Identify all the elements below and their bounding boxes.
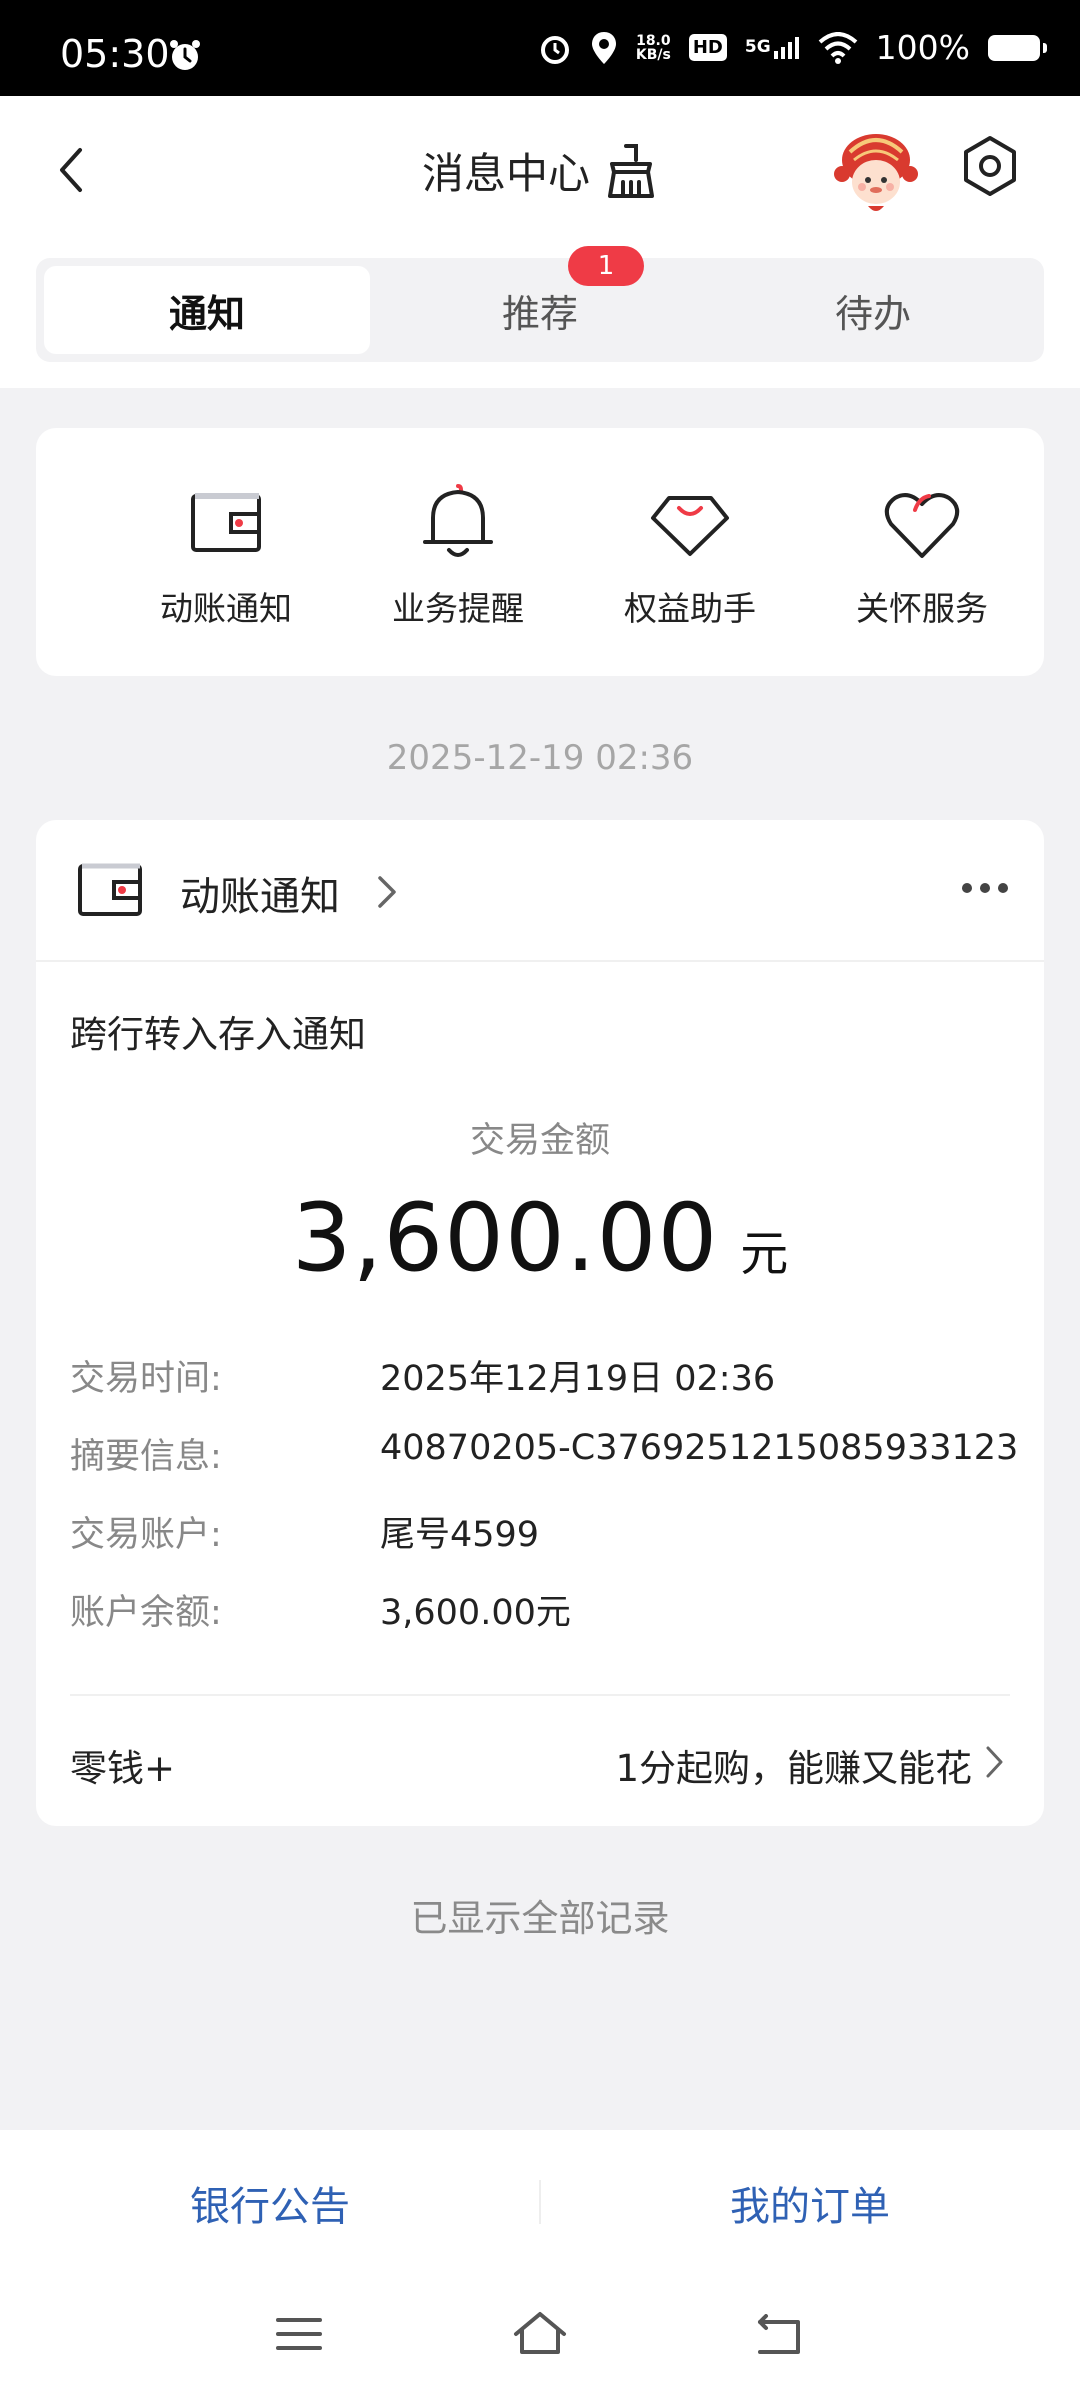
battery-percent: 100%: [875, 28, 970, 67]
alarm-clock-icon: [170, 40, 200, 70]
promo-label[interactable]: 零钱+: [70, 1738, 175, 1792]
notification-category: 动账通知: [180, 874, 340, 920]
net-speed-unit: KB/s: [635, 46, 671, 63]
wallet-icon: [191, 493, 261, 552]
mascot-avatar[interactable]: [828, 122, 924, 218]
category-label: 权益助手: [624, 589, 756, 628]
page-title: 消息中心: [421, 149, 590, 198]
amount-value: 3,600.00: [291, 1184, 719, 1293]
detail-label: 账户余额:: [70, 1593, 222, 1633]
status-icons: 18.0 KB/s HD 5G 100%: [538, 28, 1047, 67]
settings-icon[interactable]: [960, 134, 1020, 198]
category-label: 动账通知: [160, 589, 292, 628]
amount-unit: 元: [740, 1226, 789, 1282]
amount-label: 交易金额: [469, 1121, 610, 1161]
detail-label: 交易账户:: [70, 1515, 222, 1555]
detail-label: 交易时间:: [70, 1359, 222, 1399]
amount-row: 3,600.00 元: [36, 1184, 1044, 1293]
tab-recommend[interactable]: 推荐: [377, 266, 703, 354]
network-indicator: 5G: [744, 36, 800, 59]
diamond-icon: [651, 496, 729, 556]
tab-todo[interactable]: 待办: [710, 266, 1036, 354]
more-options-icon[interactable]: [960, 878, 1010, 898]
back-nav-icon[interactable]: [752, 2314, 806, 2358]
detail-value: 3,600.00元: [380, 1593, 571, 1633]
detail-value: 40870205-C3769251215085933123: [380, 1428, 1019, 1468]
home-icon[interactable]: [510, 2308, 570, 2358]
net-speed-value: 18.0: [636, 32, 671, 49]
notification-header[interactable]: 动账通知: [36, 820, 1044, 962]
header: 消息中心 通知 推荐 待办 1: [0, 96, 1080, 388]
wifi-icon: [818, 31, 857, 64]
category-care-service[interactable]: 关怀服务: [812, 478, 1032, 630]
detail-value: 尾号4599: [380, 1515, 540, 1555]
clear-broom-icon[interactable]: [604, 142, 658, 200]
category-benefit-assistant[interactable]: 权益助手: [580, 478, 800, 630]
menu-icon[interactable]: [274, 2314, 324, 2354]
chevron-right-icon: [378, 876, 396, 908]
detail-value: 2025年12月19日 02:36: [380, 1359, 776, 1399]
location-icon: [591, 31, 616, 64]
notification-subject: 跨行转入存入通知: [70, 1013, 366, 1056]
promo-link[interactable]: 1分起购，能赚又能花: [615, 1738, 972, 1792]
bank-announcement-link[interactable]: 银行公告: [0, 2174, 540, 2232]
battery-icon: [988, 34, 1047, 61]
category-label: 业务提醒: [392, 589, 524, 628]
category-account-notice[interactable]: 动账通知: [116, 478, 336, 630]
divider: [70, 1694, 1010, 1696]
tab-notify[interactable]: 通知: [44, 266, 370, 354]
network-type: 5G: [744, 36, 771, 57]
bell-icon: [423, 484, 493, 557]
message-tabs: 通知 推荐 待办 1: [36, 246, 1044, 362]
detail-label: 摘要信息:: [70, 1437, 222, 1477]
wallet-icon: [78, 863, 142, 916]
message-timestamp: 2025-12-19 02:36: [386, 738, 694, 778]
category-label: 关怀服务: [856, 589, 988, 628]
my-orders-link[interactable]: 我的订单: [540, 2174, 1080, 2232]
all-records-shown: 已显示全部记录: [410, 1897, 670, 1940]
category-business-reminder[interactable]: 业务提醒: [348, 478, 568, 630]
status-time: 05:30: [60, 32, 170, 76]
notification-card[interactable]: 动账通知 跨行转入存入通知 交易金额 3,600.00 元 交易时间: 2025…: [36, 820, 1044, 1826]
heart-icon: [884, 493, 960, 558]
net-speed: 18.0 KB/s: [636, 34, 671, 62]
hd-badge: HD: [688, 34, 727, 61]
alarm-icon: [540, 35, 569, 64]
chevron-right-icon[interactable]: [984, 1744, 1006, 1780]
message-center-screen: 05:30 18.0 KB/s HD 5G 100% 消息中心 通知 推荐 待办…: [0, 0, 1080, 2400]
bottom-bar: 银行公告 我的订单: [0, 2130, 1080, 2400]
signal-icon: [773, 36, 799, 59]
status-bar: 05:30 18.0 KB/s HD 5G 100%: [0, 0, 1080, 96]
category-card: 动账通知 业务提醒 权益助手 关怀服务: [36, 428, 1044, 676]
recommend-unread-badge: 1: [568, 246, 644, 286]
